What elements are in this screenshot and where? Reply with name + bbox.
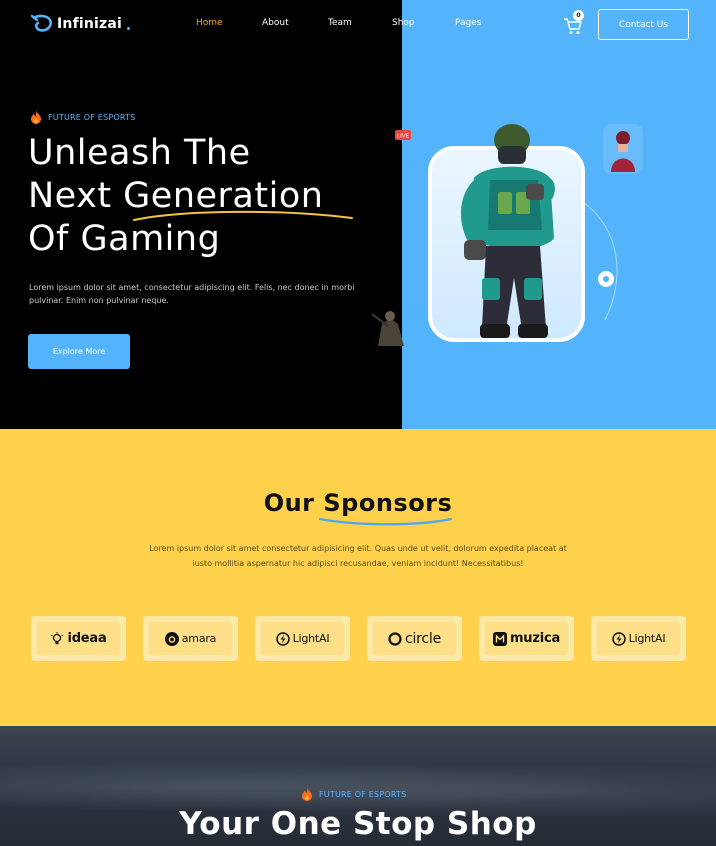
- sponsors-underline-swoosh: [318, 517, 453, 526]
- sponsor-name: amara: [181, 632, 217, 645]
- sponsor-card-inner: muzica: [485, 622, 568, 655]
- sponsor-card-inner: circle: [373, 622, 456, 655]
- slider-dot-core: [603, 276, 609, 282]
- avatar-character-icon: [603, 124, 643, 174]
- shop-title: Your One Stop Shop: [179, 806, 537, 842]
- live-badge-icon: LIVE: [395, 130, 411, 140]
- contact-us-button[interactable]: Contact Us: [598, 9, 689, 40]
- hero-section: Infinizai Home About Team Shop Pages 0 C…: [0, 0, 716, 429]
- sponsors-title: Our Sponsors: [263, 489, 453, 517]
- explore-more-button[interactable]: Explore More: [28, 334, 130, 369]
- bolt-circle-icon: [611, 631, 626, 646]
- sponsor-card-inner: amara: [149, 622, 232, 655]
- hero-description: Lorem ipsum dolor sit amet, consectetur …: [29, 283, 355, 305]
- sponsor-name: LightAI: [628, 632, 666, 645]
- sponsor-card-ideaa[interactable]: ideaa: [31, 616, 126, 661]
- soldier-character-icon: [371, 311, 404, 346]
- sponsor-card-inner: LightAI: [597, 622, 680, 655]
- gamer-character-illustration: [461, 124, 555, 338]
- nav-home[interactable]: Home: [196, 18, 223, 28]
- hero-title: Unleash The Next Generation Of Gaming: [28, 132, 323, 261]
- ring-icon: [388, 631, 402, 646]
- sponsor-card-inner: ideaa: [37, 622, 120, 655]
- sponsor-name: muzica: [509, 631, 561, 646]
- flame-icon: [31, 110, 41, 124]
- bolt-circle-icon: [275, 631, 290, 646]
- nav-team[interactable]: Team: [328, 18, 352, 28]
- sponsor-name: LightAI: [292, 632, 330, 645]
- sponsor-card-lightai-2[interactable]: LightAI: [591, 616, 686, 661]
- sponsor-card-lightai[interactable]: LightAI: [255, 616, 350, 661]
- hero-eyebrow-text: FUTURE OF ESPORTS: [48, 112, 136, 122]
- shop-section: FUTURE OF ESPORTS Your One Stop Shop: [0, 726, 716, 846]
- sponsors-description: Lorem ipsum dolor sit amet consectetur a…: [149, 544, 567, 568]
- title-underline-swoosh: [133, 210, 353, 221]
- sponsors-section: Our Sponsors Lorem ipsum dolor sit amet …: [0, 429, 716, 726]
- nav-pages[interactable]: Pages: [455, 18, 481, 28]
- nav-shop[interactable]: Shop: [392, 18, 415, 28]
- lightbulb-icon: [51, 631, 64, 644]
- shop-eyebrow: FUTURE OF ESPORTS: [301, 787, 406, 801]
- m-square-icon: [492, 631, 507, 646]
- sponsor-name: circle: [404, 630, 442, 647]
- sponsor-card-inner: LightAI: [261, 622, 344, 655]
- hero-title-line-3: Of Gaming: [28, 219, 221, 259]
- hero-eyebrow: FUTURE OF ESPORTS: [30, 110, 135, 124]
- slider-dot[interactable]: [598, 271, 614, 287]
- live-text: LIVE: [397, 134, 409, 140]
- sponsor-card-amara[interactable]: amara: [143, 616, 238, 661]
- cart-count-badge: 0: [573, 10, 584, 21]
- hero-title-line-1: Unleash The: [28, 133, 251, 173]
- sponsor-name: ideaa: [67, 631, 107, 646]
- sponsor-card-circle[interactable]: circle: [367, 616, 462, 661]
- a-circle-icon: [164, 631, 179, 646]
- flame-icon: [302, 787, 312, 801]
- shop-eyebrow-text: FUTURE OF ESPORTS: [319, 789, 407, 799]
- nav-about[interactable]: About: [262, 18, 289, 28]
- sponsor-card-muzica[interactable]: muzica: [479, 616, 574, 661]
